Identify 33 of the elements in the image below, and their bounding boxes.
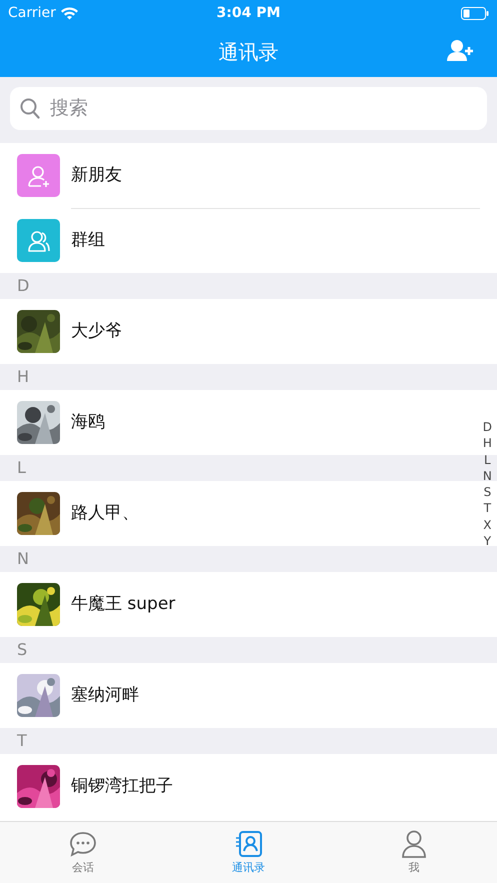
contact-name[interactable]: 牛魔王 super: [71, 592, 176, 618]
contact-name[interactable]: 塞纳河畔: [71, 682, 139, 708]
chat-icon: [68, 830, 97, 858]
section-header: N: [0, 546, 497, 572]
item-label[interactable]: 新朋友: [71, 162, 122, 188]
person-icon: [400, 830, 428, 858]
section-header: S: [0, 637, 497, 663]
index-letter[interactable]: S: [484, 484, 492, 500]
wifi-icon: [60, 6, 79, 20]
carrier-text: Carrier: [8, 4, 56, 22]
contact-name[interactable]: 大少爷: [71, 318, 122, 344]
add-contact-button[interactable]: [447, 38, 475, 62]
contact-name[interactable]: 铜锣湾扛把子: [71, 774, 173, 800]
section-header: D: [0, 273, 497, 299]
battery-icon: [461, 6, 489, 20]
index-letter[interactable]: X: [483, 516, 492, 534]
section-header: T: [0, 728, 497, 754]
screen-title: 通讯录: [218, 38, 278, 66]
tab-button[interactable]: 我: [331, 822, 497, 883]
contact-name[interactable]: 海鸥: [71, 410, 105, 436]
tab-button[interactable]: 会话: [0, 822, 166, 883]
index-letter[interactable]: D: [482, 419, 492, 436]
search-icon: [20, 98, 40, 119]
search-bar[interactable]: 搜索: [10, 87, 487, 130]
index-letter[interactable]: L: [484, 452, 491, 468]
contact-name[interactable]: 路人甲、: [71, 500, 139, 526]
index-letter[interactable]: H: [482, 435, 492, 452]
time-text: 3:04 PM: [216, 4, 282, 22]
contacts-icon: [234, 830, 262, 858]
index-letter[interactable]: T: [484, 500, 492, 517]
index-letter[interactable]: N: [482, 468, 492, 484]
section-header: H: [0, 364, 497, 390]
item-label[interactable]: 群组: [71, 228, 105, 254]
